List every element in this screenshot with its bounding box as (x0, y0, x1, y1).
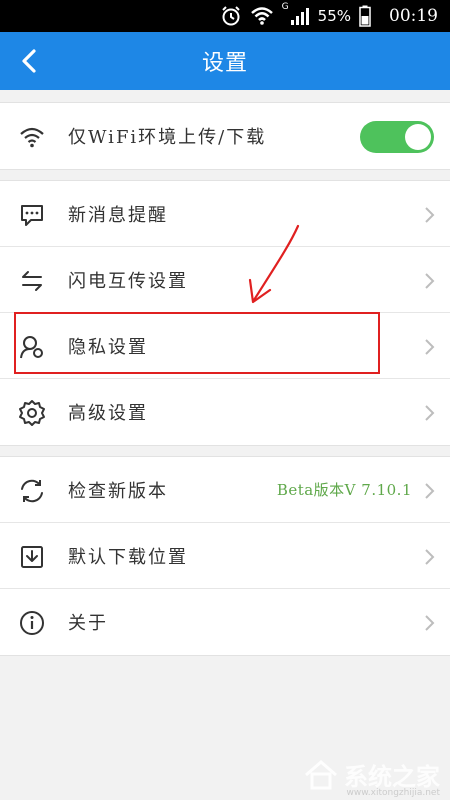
toggle-knob (405, 124, 431, 150)
wifi-only-row[interactable]: 仅WiFi环境上传/下载 (0, 103, 450, 169)
annotation-arrow-icon (248, 224, 300, 304)
download-location-label: 默认下载位置 (68, 546, 188, 568)
wifi-only-toggle[interactable] (360, 121, 434, 153)
signal-icon (290, 8, 309, 25)
wifi-icon (250, 7, 273, 25)
house-logo-icon (305, 759, 337, 789)
advanced-settings-row[interactable]: 高级设置 (0, 379, 450, 445)
about-label: 关于 (68, 613, 108, 634)
watermark-text: 系统之家 (344, 763, 440, 791)
settings-group-network: 仅WiFi环境上传/下载 (0, 102, 450, 170)
chevron-right-icon (425, 339, 435, 355)
chevron-right-icon (425, 405, 435, 421)
settings-group-about: 检查新版本 Beta版本V 7.10.1 默认下载位置 关于 (0, 456, 450, 656)
advanced-settings-label: 高级设置 (68, 403, 148, 424)
network-type-label: G (281, 2, 289, 12)
alarm-icon (221, 6, 240, 26)
chevron-right-icon (425, 483, 435, 499)
chevron-left-icon[interactable] (14, 45, 46, 77)
signal-indicator: G (282, 3, 310, 25)
watermark-url: www.xitongzhijia.net (346, 788, 440, 798)
check-update-row[interactable]: 检查新版本 Beta版本V 7.10.1 (0, 457, 450, 523)
privacy-user-icon (20, 336, 43, 359)
chevron-right-icon (425, 207, 435, 223)
wifi-only-label: 仅WiFi环境上传/下载 (68, 127, 267, 148)
download-location-row[interactable]: 默认下载位置 (0, 523, 450, 589)
gear-icon (19, 400, 45, 426)
wifi-icon (20, 127, 44, 148)
watermark: 系统之家 www.xitongzhijia.net (304, 757, 440, 798)
battery-percent: 55% (317, 7, 351, 25)
chevron-right-icon (425, 549, 435, 565)
app-bar: 设置 (0, 32, 450, 90)
page-title: 设置 (201, 51, 248, 76)
status-bar: G 55% 00:19 (0, 0, 450, 32)
version-text: Beta版本V 7.10.1 (276, 481, 412, 499)
battery-icon (359, 5, 371, 27)
message-icon (21, 205, 43, 226)
transfer-arrows-icon (22, 271, 42, 291)
chevron-right-icon (425, 615, 435, 631)
about-row[interactable]: 关于 (0, 589, 450, 655)
privacy-settings-label: 隐私设置 (68, 336, 148, 358)
new-message-reminder-row[interactable]: 新消息提醒 (0, 181, 450, 247)
clock: 00:19 (389, 6, 438, 26)
settings-group-general: 新消息提醒 闪电互传设置 隐私设置 高级设置 (0, 180, 450, 446)
check-update-label: 检查新版本 (68, 480, 168, 502)
refresh-icon (21, 479, 43, 503)
download-box-icon (21, 546, 43, 568)
lightning-transfer-row[interactable]: 闪电互传设置 (0, 247, 450, 313)
chevron-right-icon (425, 273, 435, 289)
new-message-reminder-label: 新消息提醒 (68, 204, 168, 226)
privacy-settings-row[interactable]: 隐私设置 (0, 313, 450, 379)
info-icon (20, 611, 44, 635)
lightning-transfer-label: 闪电互传设置 (68, 270, 188, 292)
